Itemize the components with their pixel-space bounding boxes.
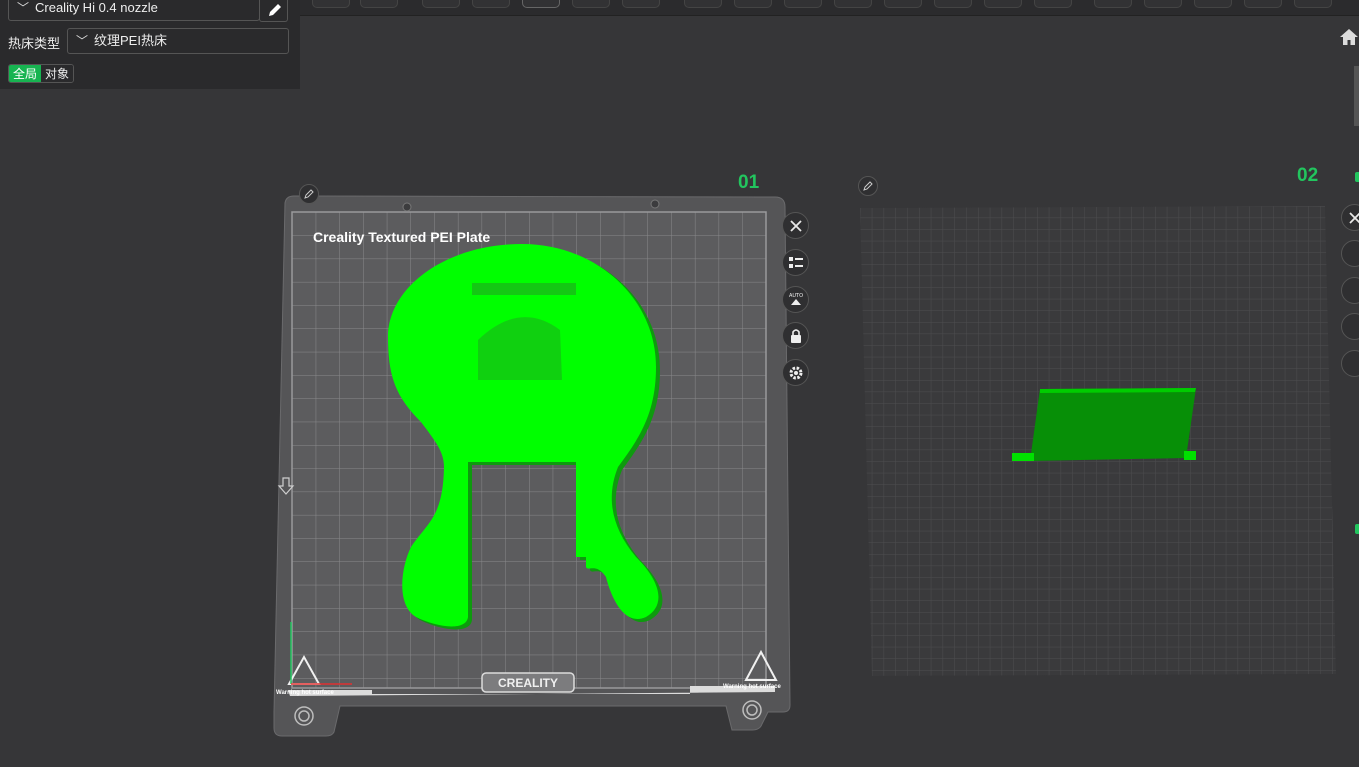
plate-1-rename-button[interactable]: [299, 184, 319, 204]
close-icon: [789, 219, 802, 232]
plate-2-rename-button[interactable]: [858, 176, 878, 196]
warning-text: Warning hot surface: [276, 690, 334, 696]
plate-1-bed-label: Creality Textured PEI Plate: [313, 229, 491, 245]
plate-2-number: 02: [1297, 165, 1319, 186]
lock-plate-button[interactable]: [782, 322, 809, 349]
auto-orient-icon: AUTO: [788, 293, 803, 305]
delete-plate-button[interactable]: [782, 212, 809, 239]
gear-icon: [789, 366, 802, 379]
lock-icon: [790, 328, 801, 343]
arrange-icon: [788, 256, 803, 268]
arrange-plate-button[interactable]: [782, 249, 809, 276]
auto-orient-button[interactable]: AUTO: [782, 286, 809, 313]
plate-indicator: [1355, 172, 1359, 182]
close-icon: [1348, 211, 1359, 224]
creality-logo: CREALITY: [498, 676, 558, 690]
plate-pin: [650, 199, 660, 209]
warning-text: Warning hot surface: [723, 684, 781, 690]
plate-settings-button[interactable]: [782, 359, 809, 386]
auto-label: AUTO: [788, 293, 802, 299]
plate-indicator: [1355, 524, 1359, 534]
plate-1-viewport: CREALITY: [273, 195, 791, 737]
edit-icon: [304, 189, 314, 199]
plate-pin: [402, 202, 412, 212]
plate-1-number: 01: [738, 172, 760, 193]
edit-icon: [863, 181, 873, 191]
